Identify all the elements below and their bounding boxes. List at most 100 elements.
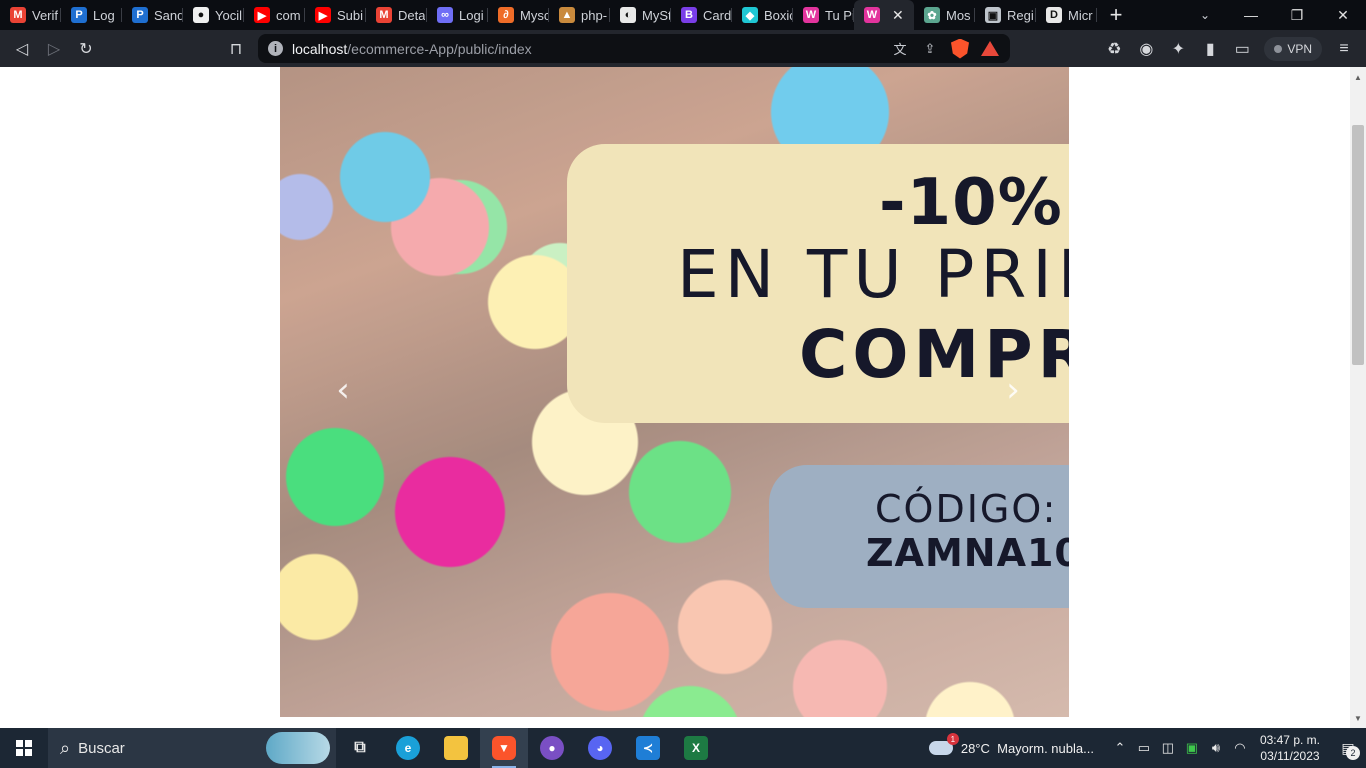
discord-app-button[interactable]: ◕: [576, 728, 624, 768]
extensions-icon[interactable]: ✦: [1162, 33, 1194, 65]
start-button[interactable]: [0, 728, 48, 768]
vscode-app-button[interactable]: ≺: [624, 728, 672, 768]
share-icon[interactable]: ⇪: [918, 37, 942, 61]
tab-title: Log: [93, 7, 115, 23]
task-view-button[interactable]: ⧉: [336, 728, 384, 768]
browser-tab[interactable]: P Log: [61, 0, 122, 30]
browser-tab[interactable]: ● Yocil: [183, 0, 244, 30]
excel-app-button[interactable]: X: [672, 728, 720, 768]
bookmark-icon[interactable]: ⊓: [220, 33, 252, 65]
wallet-icon[interactable]: ◉: [1130, 33, 1162, 65]
globe-icon: ◐: [620, 7, 636, 23]
image-icon: ▣: [985, 7, 1001, 23]
app-tray-icon[interactable]: ▣: [1180, 728, 1204, 768]
promo-line-2: COMPR: [799, 316, 1069, 393]
tab-title: MySt: [642, 7, 671, 23]
tab-title: Deta: [398, 7, 426, 23]
minimize-button[interactable]: —: [1228, 0, 1274, 30]
meet-now-icon[interactable]: ◫: [1156, 728, 1180, 768]
forward-button[interactable]: ▷: [38, 33, 70, 65]
url-path: /ecommerce-App/public/index: [347, 40, 532, 57]
site-info-icon[interactable]: i: [268, 41, 283, 56]
tab-title: Mos: [946, 7, 971, 23]
taskbar-search[interactable]: ⌕ Buscar: [48, 728, 336, 768]
tab-title: Sand: [154, 7, 183, 23]
browser-tab[interactable]: M Deta: [366, 0, 427, 30]
brave-app-button[interactable]: ▼: [480, 728, 528, 768]
promo-discount: -10%: [879, 166, 1063, 240]
brave-news-icon[interactable]: ▭: [1226, 33, 1258, 65]
browser-tab[interactable]: P Sand: [122, 0, 183, 30]
promo-card: -10% EN TU PRIM COMPR: [567, 144, 1069, 423]
discord-icon: ◕: [588, 736, 612, 760]
browser-tab[interactable]: ▣ Regi: [975, 0, 1036, 30]
clock-date: 03/11/2023: [1260, 749, 1320, 763]
browser-tab[interactable]: ∂ Mysc: [488, 0, 549, 30]
file-explorer-app-button[interactable]: [432, 728, 480, 768]
weather-description: Mayorm. nubla...: [997, 740, 1094, 756]
url-host: localhost: [292, 40, 348, 57]
wifi-icon[interactable]: ◠: [1228, 728, 1252, 768]
browser-tab[interactable]: ▲ php-: [549, 0, 610, 30]
tab-title: Micr: [1068, 7, 1093, 23]
browser-tab[interactable]: ◆ Boxic: [732, 0, 793, 30]
reload-button[interactable]: ↻: [70, 33, 102, 65]
paypal-icon: P: [71, 7, 87, 23]
windows-logo-icon: [16, 740, 32, 756]
browser-tab[interactable]: W Tu Pi: [793, 0, 854, 30]
back-button[interactable]: ◁: [6, 33, 38, 65]
sidebar-icon[interactable]: ▮: [1194, 33, 1226, 65]
close-tab-icon[interactable]: ✕: [892, 7, 904, 24]
clock[interactable]: 03:47 p. m. 03/11/2023: [1260, 732, 1320, 764]
bootstrap-icon: B: [681, 7, 697, 23]
tab-title: Verif: [32, 7, 59, 23]
browser-tab[interactable]: ▶ com: [244, 0, 305, 30]
scroll-up-icon[interactable]: ▲: [1350, 69, 1366, 85]
translate-icon[interactable]: 文: [888, 37, 912, 61]
page-scrollbar[interactable]: ▲ ▼: [1350, 67, 1366, 728]
browser-tab[interactable]: ▶ Subi: [305, 0, 366, 30]
tab-title: php-: [581, 7, 608, 23]
vpn-button[interactable]: VPN: [1264, 36, 1322, 61]
tab-title: Regi: [1007, 7, 1034, 23]
browser-tab[interactable]: D Micr: [1036, 0, 1097, 30]
browser-tab[interactable]: M Verif: [0, 0, 61, 30]
new-tab-button[interactable]: +: [1101, 0, 1131, 30]
carousel-next-button[interactable]: ›: [998, 370, 1028, 410]
browser-tab[interactable]: B Card: [671, 0, 732, 30]
scrollbar-thumb[interactable]: [1352, 125, 1364, 365]
edge-app-button[interactable]: e: [384, 728, 432, 768]
browser-tab[interactable]: ✿ Mos: [914, 0, 975, 30]
maximize-button[interactable]: ❐: [1274, 0, 1320, 30]
browser-tab[interactable]: W ✕: [854, 0, 914, 30]
tab-title: Tu Pi: [825, 7, 854, 23]
brave-icon: ▼: [492, 736, 516, 760]
browser-tab[interactable]: ◐ MySt: [610, 0, 671, 30]
chevron-up-icon[interactable]: ⌃: [1108, 728, 1132, 768]
brave-shields-icon[interactable]: [948, 37, 972, 61]
browser-tab[interactable]: ∞ Logi: [427, 0, 488, 30]
tab-title: com: [276, 7, 301, 23]
recycle-icon[interactable]: ♻: [1098, 33, 1130, 65]
weather-widget[interactable]: 1 28°C Mayorm. nubla...: [928, 733, 1094, 756]
close-window-button[interactable]: ✕: [1320, 0, 1366, 30]
volume-icon[interactable]: 🔊︎: [1204, 728, 1228, 768]
notification-center-button[interactable]: ▤ 2: [1330, 728, 1366, 768]
coupon-card: CÓDIGO: ZAMNA10: [769, 465, 1069, 608]
browser-toolbar: ◁ ▷ ↻ ⊓ i localhost/ecommerce-App/public…: [0, 30, 1366, 67]
youtube-icon: ▶: [254, 7, 270, 23]
address-bar[interactable]: i localhost/ecommerce-App/public/index 文…: [258, 34, 1010, 63]
brave-rewards-icon[interactable]: [978, 37, 1002, 61]
scroll-down-icon[interactable]: ▼: [1350, 710, 1366, 726]
tent-icon: ▲: [559, 7, 575, 23]
tab-title: Boxic: [764, 7, 793, 23]
notification-count: 2: [1346, 746, 1360, 760]
carousel-prev-button[interactable]: ‹: [328, 370, 358, 410]
battery-icon[interactable]: ▭: [1132, 728, 1156, 768]
tab-search-icon[interactable]: ⌄: [1190, 0, 1220, 30]
taskbar-search-label: Buscar: [78, 739, 125, 757]
github-desktop-app-button[interactable]: ●: [528, 728, 576, 768]
tab-title: Card: [703, 7, 732, 23]
menu-icon[interactable]: ≡: [1328, 33, 1360, 65]
page-viewport: -10% EN TU PRIM COMPR CÓDIGO: ZAMNA10 ‹ …: [0, 67, 1350, 728]
